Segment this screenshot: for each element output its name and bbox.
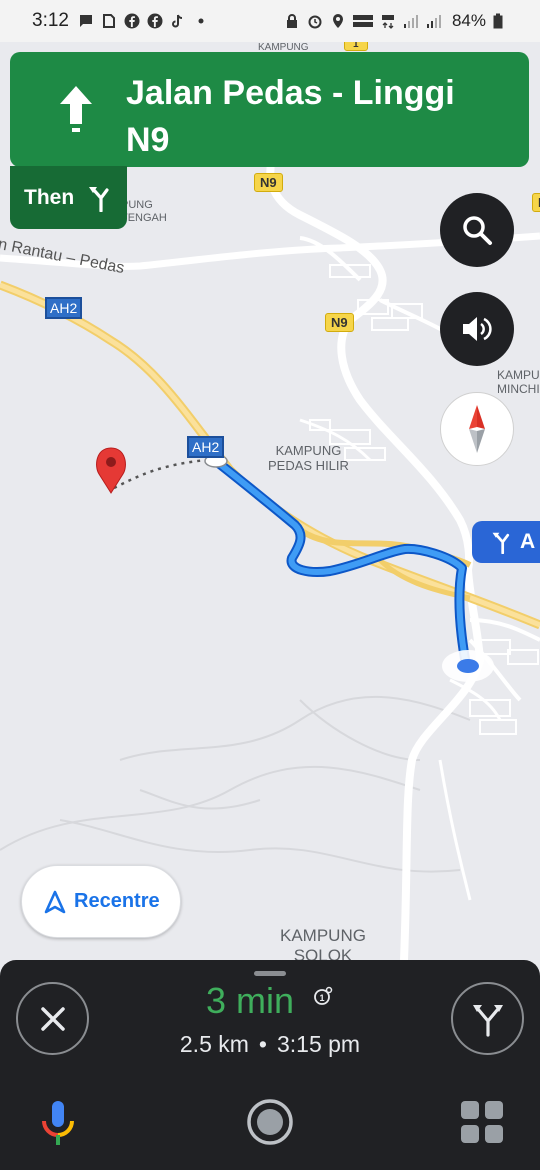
- arrival-time: 3:15 pm: [276, 1031, 361, 1057]
- map-label-kampung-pedas-hilir: KAMPUNG PEDAS HILIR: [268, 443, 349, 473]
- compass-icon: [469, 405, 485, 453]
- fork-left-small-icon: [492, 532, 510, 554]
- route-shield-n9-top: N9: [254, 173, 283, 192]
- recentre-label: Recentre: [74, 890, 160, 912]
- status-bar: 3:12 84%: [0, 0, 540, 42]
- trip-bottom-sheet[interactable]: 3 min 1 2.5 km • 3:15 pm: [0, 960, 540, 1170]
- fork-left-icon: [89, 186, 109, 212]
- map-label-kampung-tengah: PUNG TENGAH: [121, 199, 167, 224]
- app-grid-icon[interactable]: [460, 1100, 504, 1144]
- recentre-button[interactable]: Recentre: [21, 865, 181, 938]
- route-shield-ah2-left: AH2: [45, 297, 83, 319]
- destination-pin-icon: [96, 447, 126, 494]
- navigation-screen: KAMPUNG PUNG TENGAH n Rantau – Pedas KAM…: [0, 0, 540, 1170]
- alternate-routes-button[interactable]: [451, 982, 524, 1055]
- facebook-icon-2: [146, 12, 164, 30]
- battery-percentage: 84%: [451, 11, 486, 30]
- navigation-arrow-icon: [44, 890, 66, 913]
- location-icon: [329, 12, 347, 30]
- instruction-street-name: Jalan Pedas - Linggi N9: [126, 74, 455, 159]
- next-turn-chip[interactable]: A: [472, 521, 540, 563]
- tiktok-icon: [169, 12, 187, 30]
- bottom-action-bar: [0, 1085, 540, 1170]
- eta-separator: •: [258, 1031, 267, 1057]
- microphone-icon[interactable]: [38, 1097, 78, 1153]
- route-shield-n9-mid: N9: [325, 313, 354, 332]
- next-turn-label: A: [520, 530, 536, 553]
- network-4g-icon: [379, 12, 397, 30]
- sound-button[interactable]: [440, 292, 514, 366]
- svg-text:1: 1: [320, 993, 325, 1003]
- eta-duration-text: 3 min: [205, 980, 294, 1021]
- battery-icon: [489, 12, 507, 30]
- drag-handle[interactable]: [254, 971, 286, 976]
- lock-icon: [283, 12, 301, 30]
- message-icon: [77, 12, 95, 30]
- lens-camera-icon[interactable]: [246, 1098, 294, 1146]
- then-instruction[interactable]: Then: [10, 166, 127, 229]
- trip-distance: 2.5 km: [179, 1031, 249, 1057]
- search-icon: [463, 216, 492, 245]
- route-shield-n-right: N: [532, 193, 540, 212]
- volte-icon: [352, 12, 374, 30]
- status-time: 3:12: [32, 10, 69, 31]
- straight-arrow-icon: [60, 86, 92, 132]
- compass-button[interactable]: [440, 392, 514, 466]
- navigation-instruction-banner[interactable]: Jalan Pedas - Linggi N9: [10, 52, 529, 167]
- note-icon: [100, 12, 118, 30]
- alarm-icon: [306, 12, 324, 30]
- route-shield-ah2-mid: AH2: [187, 436, 225, 458]
- then-label: Then: [24, 185, 75, 209]
- signal-icon-2: [425, 12, 443, 30]
- search-button[interactable]: [440, 193, 514, 267]
- reroute-info-icon[interactable]: 1: [312, 985, 334, 1007]
- signal-icon: [402, 12, 420, 30]
- fork-route-icon: [472, 1004, 503, 1037]
- map-label-kampung-minchi: KAMPU MINCHI: [497, 368, 540, 396]
- more-notifications-dot-icon: [192, 12, 210, 30]
- volume-icon: [463, 317, 492, 341]
- facebook-icon: [123, 12, 141, 30]
